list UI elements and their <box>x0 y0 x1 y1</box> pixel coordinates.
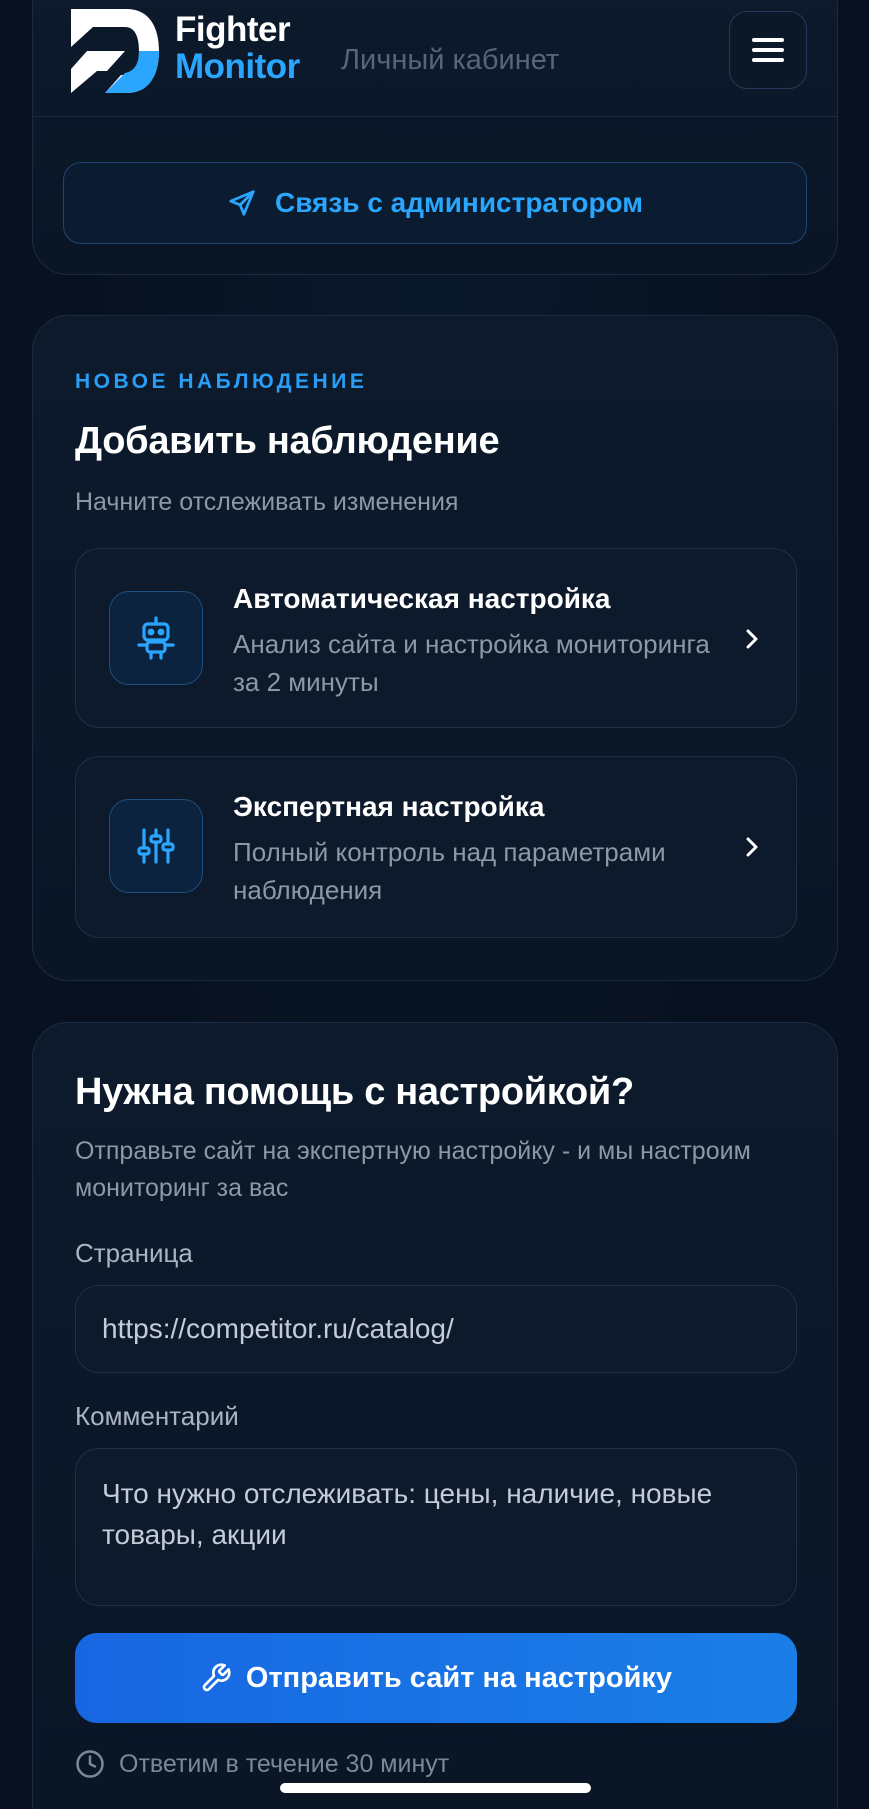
robot-icon <box>109 591 203 685</box>
comment-label: Комментарий <box>75 1401 239 1431</box>
page-url-placeholder: https://competitor.ru/catalog/ <box>102 1313 454 1344</box>
option-description: Полный контроль над параметрами наблюден… <box>233 837 666 905</box>
fighter-monitor-logo-icon[interactable] <box>69 7 159 95</box>
brand-name[interactable]: Fighter Monitor <box>175 11 300 85</box>
section-title: Личный кабинет <box>341 44 560 76</box>
reply-note-text: Ответим в течение 30 минут <box>119 1749 450 1778</box>
submit-site-label: Отправить сайт на настройку <box>245 1661 673 1694</box>
help-subtitle: Отправьте сайт на экспертную настройку -… <box>75 1137 751 1202</box>
expert-setup-option[interactable]: Экспертная настройка Полный контроль над… <box>75 756 797 938</box>
send-icon <box>229 190 255 216</box>
option-description: Анализ сайта и настройка мониторинга за … <box>233 629 710 697</box>
contact-admin-label: Связь с администратором <box>274 187 644 218</box>
hamburger-icon <box>752 38 784 62</box>
option-title: Экспертная настройка <box>233 791 545 822</box>
comment-placeholder: Что нужно отслеживать: цены, наличие, но… <box>102 1478 713 1550</box>
brand-line-1: Fighter <box>175 10 291 49</box>
header-card: Fighter Monitor Личный кабинет Связь с а… <box>32 0 838 275</box>
card-title: Добавить наблюдение <box>75 420 500 462</box>
brand-line-2: Monitor <box>175 47 300 86</box>
chevron-right-icon <box>746 629 758 649</box>
comment-textarea[interactable]: Что нужно отслеживать: цены, наличие, но… <box>75 1448 797 1606</box>
card-subtitle: Начните отслеживать изменения <box>75 488 459 516</box>
page-label: Страница <box>75 1238 193 1268</box>
auto-setup-option[interactable]: Автоматическая настройка Анализ сайта и … <box>75 548 797 728</box>
menu-button[interactable] <box>729 11 807 89</box>
home-indicator[interactable] <box>280 1783 591 1793</box>
help-card: Нужна помощь с настройкой? Отправьте сай… <box>32 1022 838 1809</box>
overline: НОВОЕ НАБЛЮДЕНИЕ <box>75 370 368 393</box>
reply-note: Ответим в течение 30 минут <box>75 1749 449 1779</box>
top-bar: Fighter Monitor Личный кабинет <box>33 1 837 117</box>
page-url-input[interactable]: https://competitor.ru/catalog/ <box>75 1285 797 1373</box>
option-title: Автоматическая настройка <box>233 583 611 614</box>
submit-site-button[interactable]: Отправить сайт на настройку <box>75 1633 797 1723</box>
add-observation-card: НОВОЕ НАБЛЮДЕНИЕ Добавить наблюдение Нач… <box>32 315 838 981</box>
wrench-icon <box>202 1663 231 1692</box>
clock-icon <box>76 1750 104 1778</box>
help-title: Нужна помощь с настройкой? <box>75 1071 634 1113</box>
contact-admin-button[interactable]: Связь с администратором <box>63 162 807 244</box>
sliders-icon <box>109 799 203 893</box>
chevron-right-icon <box>746 837 758 857</box>
